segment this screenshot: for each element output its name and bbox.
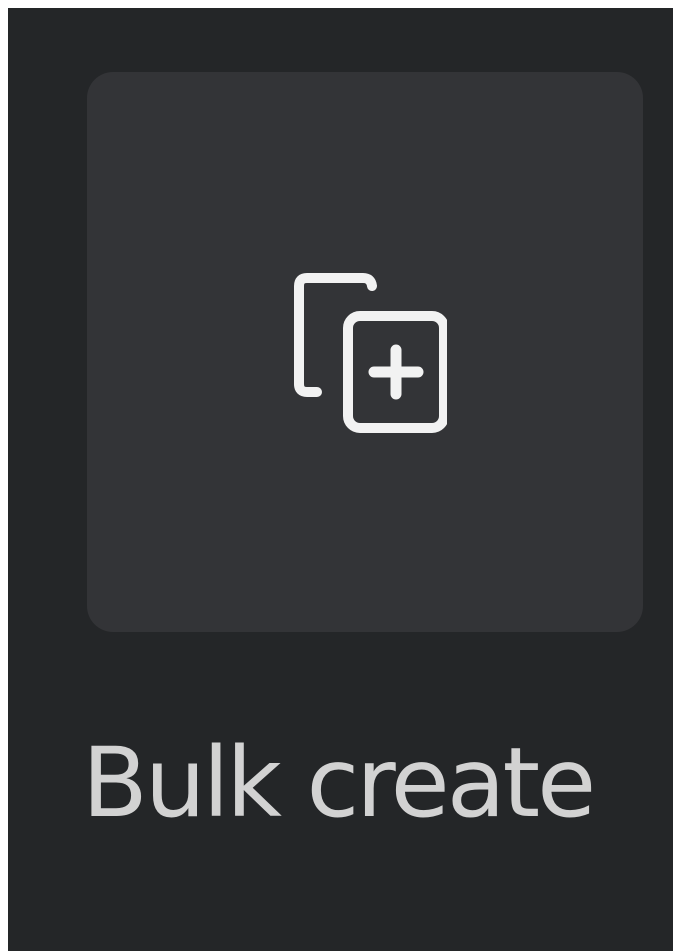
tool-panel: Bulk create [8,8,673,951]
bulk-create-button[interactable] [87,72,643,632]
bulk-create-label: Bulk create [82,727,596,839]
duplicate-plus-icon [277,268,449,438]
